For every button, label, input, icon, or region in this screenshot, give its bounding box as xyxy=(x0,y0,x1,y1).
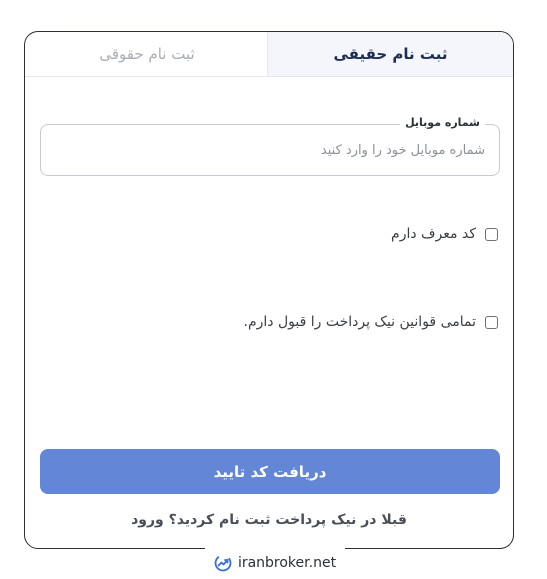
get-verification-code-button[interactable]: دریافت کد تایید xyxy=(40,449,500,494)
signup-tabs: ثبت نام حقیقی ثبت نام حقوقی xyxy=(25,32,513,77)
tab-legal-signup[interactable]: ثبت نام حقوقی xyxy=(25,32,269,76)
terms-option[interactable]: تمامی قوانین نیک پرداخت را قبول دارم. xyxy=(243,314,498,330)
watermark-text: iranbroker.net xyxy=(237,555,337,571)
mobile-number-input[interactable] xyxy=(41,125,499,175)
mobile-number-field: شماره موبایل xyxy=(40,116,500,176)
signup-card: ثبت نام حقیقی ثبت نام حقوقی شماره موبایل… xyxy=(24,31,514,549)
login-prompt: قبلا در نیک پرداخت ثبت نام کردید؟ ورود xyxy=(25,512,513,528)
watermark: iranbroker.net xyxy=(205,548,345,578)
referral-code-checkbox[interactable] xyxy=(485,227,498,241)
referral-code-option[interactable]: کد معرف دارم xyxy=(391,226,498,242)
referral-code-label: کد معرف دارم xyxy=(391,226,476,242)
tab-individual-signup[interactable]: ثبت نام حقیقی xyxy=(267,32,513,76)
terms-label: تمامی قوانین نیک پرداخت را قبول دارم. xyxy=(243,314,477,330)
trend-up-logo-icon xyxy=(214,554,232,572)
login-prompt-text: قبلا در نیک پرداخت ثبت نام کردید؟ xyxy=(168,512,407,528)
terms-checkbox[interactable] xyxy=(485,315,498,329)
login-link[interactable]: ورود xyxy=(131,512,164,528)
